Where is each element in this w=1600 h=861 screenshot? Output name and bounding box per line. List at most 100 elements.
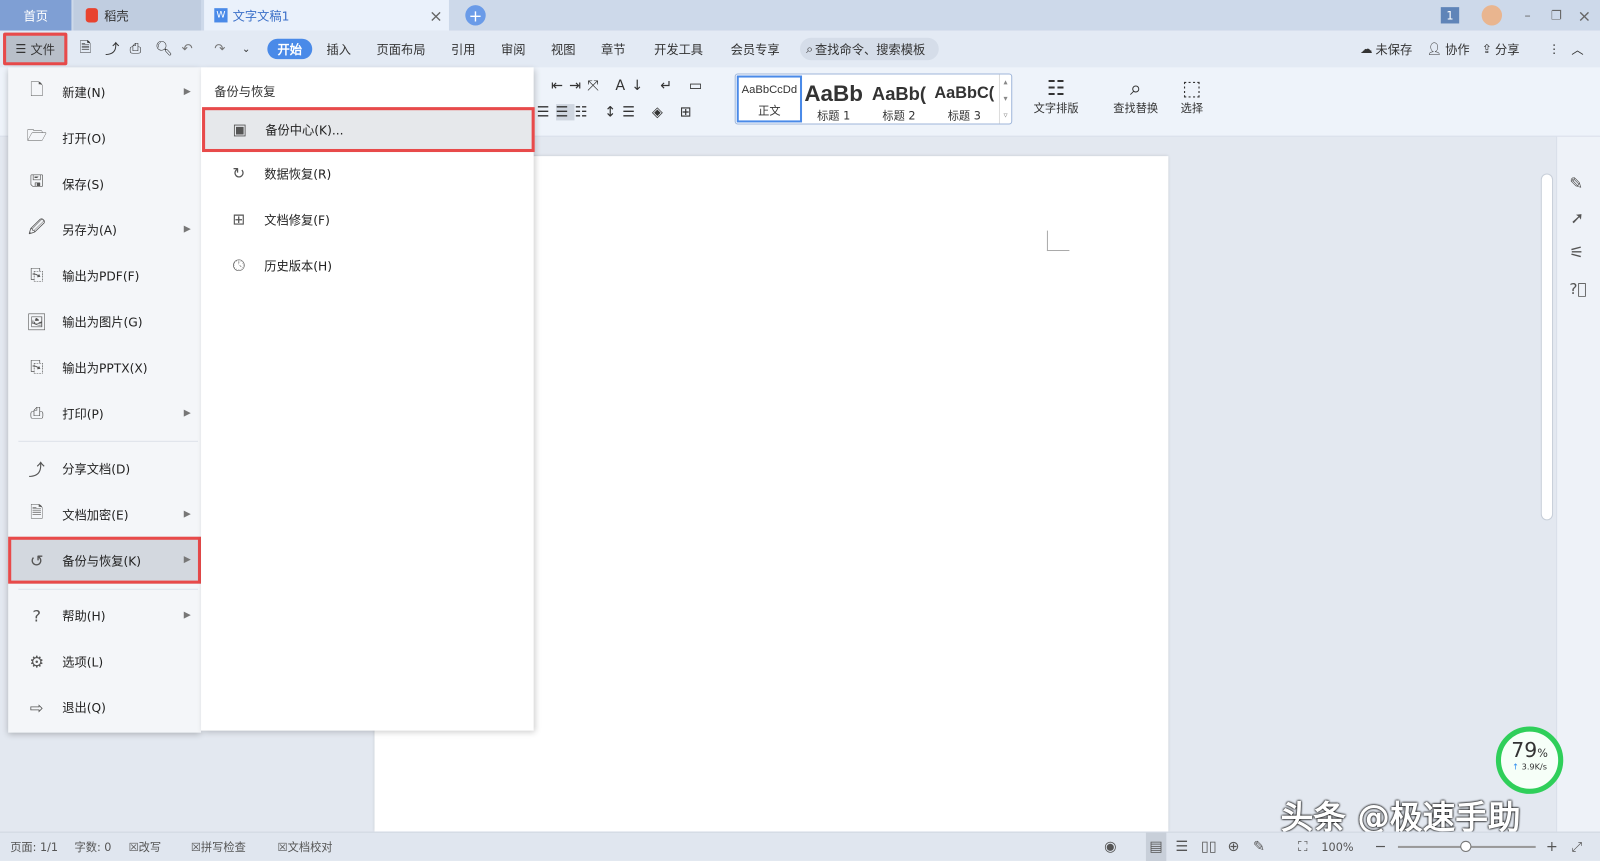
zoom-slider[interactable] [1397,840,1536,853]
label: 文档校对 [287,840,333,855]
gallery-scroll[interactable]: ▴ ▾ ▿ [998,74,1011,124]
fit-icon[interactable]: ⛶ [1298,833,1307,861]
format-painter-icon[interactable]: ⤴ [105,31,119,68]
indent-icons[interactable]: ⇤⇥⤧ A↓ ↵ ▭ [551,78,708,94]
vertical-scrollbar[interactable] [1540,173,1554,521]
file-menu-item[interactable]: 🗋 新建(N) ▶ [8,71,201,112]
file-menu-item[interactable]: 🖼︎ 输出为图片(G) [8,301,201,342]
ribbon-tab-section[interactable]: 章节 [601,31,626,68]
overwrite-toggle[interactable]: ☒ 改写 [129,833,162,861]
zoom-level[interactable]: 100% [1321,833,1353,861]
cursor-icon[interactable]: ➚ [1570,208,1584,227]
status-bar: 页面: 1/1 字数: 0 ☒ 改写 ☒ 拼写检查 ☒ 文档校对 ◉ ▤ ☰ ▯… [0,831,1600,861]
ribbon-tab-insert[interactable]: 插入 [327,31,352,68]
chevron-right-icon: ▶ [183,610,191,621]
gear-icon: ⚙ [29,651,45,671]
page-view-icon[interactable]: ▤ [1145,832,1167,861]
undo-icon[interactable]: ↶ [182,31,193,68]
unsaved-status[interactable]: ☁ 未保存 [1360,31,1412,68]
file-menu-item[interactable]: ⎙ 打印(P) ▶ [8,393,201,434]
save-icon[interactable]: 🗎 [80,31,91,68]
style-name: 标题 2 [882,109,916,123]
file-menu-item[interactable]: ⚙ 选项(L) [8,641,201,682]
avatar[interactable] [1481,5,1503,26]
file-menu-item[interactable]: ⤴ 分享文档(D) [8,448,201,489]
file-menu-item[interactable]: 🖫 保存(S) [8,163,201,204]
ribbon-tab-member[interactable]: 会员专享 [731,31,780,68]
find-replace-button[interactable]: ⌕ 查找替换 [1105,76,1166,117]
menu-label: 输出为PPTX(X) [62,360,148,375]
spellcheck-toggle[interactable]: ☒ 拼写检查 [191,833,246,861]
close-tab-icon[interactable]: × [429,6,443,25]
submenu-item[interactable]: 🕓︎ 历史版本(H) [201,245,534,286]
read-view-icon[interactable]: ▯▯ [1201,833,1217,861]
word-count[interactable]: 字数: 0 [74,833,111,861]
ribbon-tab-review[interactable]: 审阅 [501,31,526,68]
menu-label: 输出为PDF(F) [62,268,140,284]
more-icon[interactable]: ⋮ [1548,31,1560,68]
pptx-icon: ⎘ [30,357,44,377]
file-menu-item[interactable]: ⎘ 输出为PDF(F) [8,255,201,296]
minimize-icon[interactable]: – [1524,0,1530,31]
tab-home[interactable]: 首页 [0,0,72,31]
ribbon-tab-view[interactable]: 视图 [551,31,576,68]
file-menu-item[interactable]: 🗁 打开(O) [8,117,201,158]
pen-view-icon[interactable]: ✎ [1253,833,1265,861]
zoom-slider-thumb[interactable] [1460,840,1472,853]
style-heading1[interactable]: AaBb 标题 1 [801,81,866,128]
style-preview: AaBb( [871,83,927,105]
file-menu-item[interactable]: 🗎 文档加密(E) ▶ [8,494,201,535]
submenu-title: 备份与恢复 [214,84,276,99]
collapse-ribbon-icon[interactable]: ︿ [1571,31,1583,68]
file-menu-item[interactable]: 🖉 另存为(A) ▶ [8,209,201,250]
new-tab-button[interactable]: + [465,5,486,26]
page-count[interactable]: 页面: 1/1 [10,833,58,861]
share-button[interactable]: ⇪ 分享 [1482,31,1520,68]
submenu-item[interactable]: ⊞ 文档修复(F) [201,199,534,240]
file-menu-item[interactable]: ? 帮助(H) ▶ [8,595,201,636]
save-icon: 🖫 [29,170,44,191]
save-as-icon: 🖉 [28,216,46,237]
proofread-toggle[interactable]: ☒ 文档校对 [278,833,333,861]
file-menu-button[interactable]: ☰ 文件 [3,32,68,66]
print-icon[interactable]: ⎙ [130,31,141,68]
close-window-icon[interactable]: × [1578,0,1592,31]
command-search[interactable]: ⌕ 查找命令、搜索模板 [799,37,939,61]
menu-icon: ☰ [15,41,27,57]
file-menu-item[interactable]: ⎘ 输出为PPTX(X) [8,347,201,388]
align-icons[interactable]: ☰☰☷ ↕☰ ◈ ⊞ [537,104,698,121]
print-preview-icon[interactable]: 🔍︎ [155,31,173,68]
redo-icon[interactable]: ↷ [214,31,225,68]
text-layout-button[interactable]: ☷ 文字排版 [1026,76,1087,117]
submenu-item[interactable]: ▣ 备份中心(K)... [202,107,535,153]
file-menu: 🗋 新建(N) ▶ 🗁 打开(O) 🖫 保存(S) 🖉 另存为(A) ▶ ⎘ 输出为PDF(F) 🖼︎ 输… [8,67,202,733]
file-menu-item[interactable]: ↺ 备份与恢复(K) ▶ [8,536,202,584]
ribbon-tab-devtools[interactable]: 开发工具 [654,31,703,68]
collab-button[interactable]: 👤︎ 协作 [1427,31,1470,68]
ribbon-tab-start[interactable]: 开始 [267,38,313,60]
submenu-item[interactable]: ↻ 数据恢复(R) [201,153,534,194]
web-view-icon[interactable]: ⊕ [1228,833,1240,861]
pen-icon[interactable]: ✎ [1569,173,1583,192]
network-widget[interactable]: 79% ↑ 3.9K/s [1495,726,1564,794]
zoom-out-icon[interactable]: − [1374,833,1386,861]
style-heading3[interactable]: AaBbC(标题 3 [932,81,997,128]
restore-icon[interactable]: ❐ [1551,0,1562,31]
ribbon-tab-reference[interactable]: 引用 [451,31,476,68]
tab-document[interactable]: W 文字文稿1 × [204,0,449,31]
more-quick-icon[interactable]: ⌄ [242,31,251,68]
style-heading2[interactable]: AaBb( 标题 2 [866,81,931,128]
sliders-icon[interactable]: ⚟ [1569,243,1584,262]
ribbon-tab-layout[interactable]: 页面布局 [377,31,426,68]
notification-badge[interactable]: 1 [1440,7,1460,24]
help-icon[interactable]: ?⃝ [1569,280,1586,298]
zoom-in-icon[interactable]: + [1546,833,1558,861]
file-menu-item[interactable]: ⇨ 退出(Q) [8,687,201,728]
outline-view-icon[interactable]: ☰ [1176,833,1189,861]
tab-docer[interactable]: 稻壳 [73,0,202,31]
fullscreen-icon[interactable]: ⤢ [1571,833,1582,861]
tab-bar: 首页 稻壳 W 文字文稿1 × + 1 – ❐ × [0,0,1600,31]
eye-icon[interactable]: ◉ [1104,833,1116,861]
style-normal[interactable]: AaBbCcDd 正文 [736,75,803,123]
select-button[interactable]: ⬚ 选择 [1171,76,1212,117]
